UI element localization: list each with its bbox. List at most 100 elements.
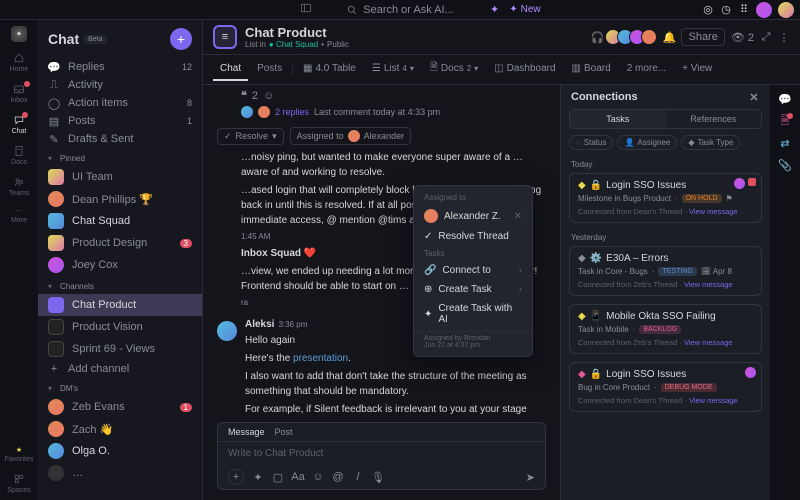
rail-docs[interactable]: Docs bbox=[11, 145, 27, 166]
view-message-link[interactable]: View message bbox=[689, 396, 738, 405]
tab-docs[interactable]: 🗎Docs2▾ bbox=[423, 55, 485, 84]
view-message-link[interactable]: View message bbox=[684, 338, 733, 347]
task-card[interactable]: ◆ ⚙️E30A – Errors Task in Core - Bugs · … bbox=[569, 246, 762, 296]
user-avatar[interactable] bbox=[756, 2, 772, 18]
tab-chat[interactable]: Chat bbox=[213, 58, 248, 81]
ai-spark-icon[interactable]: ✦ bbox=[490, 3, 499, 16]
nav-posts[interactable]: ▤Posts1 bbox=[38, 112, 202, 130]
clock-icon[interactable]: ◷ bbox=[720, 4, 732, 16]
tab-table[interactable]: ▦4.0 Table bbox=[296, 58, 363, 81]
dm-zeb-evans[interactable]: Zeb Evans1 bbox=[38, 396, 202, 418]
new-chat-button[interactable]: + bbox=[170, 28, 192, 50]
assigned-to-pill[interactable]: Assigned to Alexander bbox=[290, 127, 412, 145]
section-pinned[interactable]: Pinned bbox=[38, 148, 202, 166]
menu-connect-to[interactable]: 🔗Connect to› bbox=[414, 261, 532, 280]
filter-task-type[interactable]: ◆ Task Type bbox=[681, 135, 740, 150]
avatar[interactable] bbox=[217, 321, 237, 341]
composer-tab-post[interactable]: Post bbox=[275, 427, 293, 437]
rail-favorites[interactable]: ★Favorites bbox=[5, 446, 34, 463]
share-button[interactable]: Share bbox=[681, 28, 724, 46]
tab-board[interactable]: ▥Board bbox=[565, 58, 618, 81]
nav-action-items[interactable]: ◯Action items8 bbox=[38, 94, 202, 112]
rail-more[interactable]: ⋯More bbox=[11, 207, 27, 224]
send-button[interactable]: ➤ bbox=[526, 471, 535, 484]
channel-chat-squad[interactable]: Chat Squad bbox=[38, 210, 202, 232]
tab-tasks[interactable]: Tasks bbox=[570, 110, 666, 128]
tab-references[interactable]: References bbox=[666, 110, 762, 128]
channel-breadcrumb[interactable]: List in ● Chat Squad •Public bbox=[245, 40, 349, 49]
bell-icon[interactable]: 🔔 bbox=[663, 31, 675, 43]
add-channel[interactable]: +Add channel bbox=[38, 360, 202, 378]
emoji-icon[interactable]: ☺ bbox=[312, 471, 324, 483]
dm-olga[interactable]: Olga O. bbox=[38, 440, 202, 462]
task-card[interactable]: ◆ 🔒Login SSO Issues Milestone in Bugs Pr… bbox=[569, 173, 762, 223]
menu-resolve-thread[interactable]: ✓ Resolve Thread bbox=[414, 227, 532, 246]
format-icon[interactable]: Aa bbox=[292, 471, 304, 483]
section-dms[interactable]: DM's bbox=[38, 378, 202, 396]
nav-activity[interactable]: ⎍Activity bbox=[38, 76, 202, 94]
watchers-count[interactable]: 👁 2 bbox=[731, 31, 754, 44]
view-message-link[interactable]: View message bbox=[689, 207, 738, 216]
slash-command-icon[interactable]: / bbox=[352, 471, 364, 483]
thread-replies[interactable]: 2 replies Last comment today at 4:33 pm bbox=[241, 106, 546, 118]
mention-icon[interactable]: @ bbox=[332, 471, 344, 483]
nav-drafts[interactable]: ✎Drafts & Sent bbox=[38, 130, 202, 148]
task-card[interactable]: ◆ 📱Mobile Okta SSO Failing Task in Mobil… bbox=[569, 304, 762, 354]
composer-input[interactable]: Write to Chat Product bbox=[218, 442, 545, 465]
code-icon[interactable]: ⇄ bbox=[779, 137, 791, 149]
tab-posts[interactable]: Posts bbox=[250, 58, 289, 81]
tab-more[interactable]: 2 more... bbox=[620, 58, 673, 81]
filter-status[interactable]: ◌ Status bbox=[569, 135, 613, 150]
panel-toggle-icon[interactable] bbox=[300, 2, 312, 17]
attach-icon[interactable]: 📎 bbox=[779, 159, 791, 171]
record-video-icon[interactable]: ▢ bbox=[272, 471, 284, 483]
tab-dashboard[interactable]: ◫Dashboard bbox=[487, 58, 562, 81]
ai-icon[interactable]: ✦ bbox=[252, 471, 264, 483]
new-button[interactable]: ✦New bbox=[509, 4, 540, 15]
record-icon[interactable]: ◎ bbox=[702, 4, 714, 16]
comment-icon[interactable]: 💬 bbox=[779, 93, 791, 105]
menu-create-task-ai[interactable]: ✦Create Task with AI bbox=[414, 299, 532, 329]
view-message-link[interactable]: View message bbox=[684, 280, 733, 289]
channel-product-vision[interactable]: Product Vision bbox=[38, 316, 202, 338]
expand-icon[interactable]: ⤢ bbox=[760, 31, 772, 43]
rail-home[interactable]: Home bbox=[10, 52, 29, 73]
details-icon[interactable]: 🗎 bbox=[779, 115, 791, 127]
dm-joey-cox[interactable]: Joey Cox bbox=[38, 254, 202, 276]
attach-plus-icon[interactable]: + bbox=[228, 469, 244, 485]
filter-assignee[interactable]: 👤 Assignee bbox=[617, 135, 677, 150]
global-search[interactable]: Search or Ask AI... bbox=[346, 4, 454, 16]
resolve-pill[interactable]: ✓ Resolve ▾ bbox=[217, 128, 284, 145]
more-menu-icon[interactable]: ⋮ bbox=[778, 31, 790, 43]
tab-list[interactable]: ☰List4▾ bbox=[365, 58, 421, 81]
rail-teams[interactable]: Teams bbox=[9, 176, 30, 197]
channel-logo-icon[interactable]: ≡ bbox=[213, 25, 237, 49]
task-card[interactable]: ◆ 🔒Login SSO Issues Bug in Core Product … bbox=[569, 362, 762, 412]
grid-apps-icon[interactable]: ⠿ bbox=[738, 4, 750, 16]
presentation-link[interactable]: presentation bbox=[293, 353, 348, 364]
rail-inbox[interactable]: Inbox bbox=[10, 83, 27, 104]
user-avatar[interactable] bbox=[778, 2, 794, 18]
composer-tab-message[interactable]: Message bbox=[228, 427, 265, 437]
dm-truncated[interactable]: … bbox=[38, 462, 202, 484]
channel-chat-product[interactable]: Chat Product bbox=[38, 294, 202, 316]
section-channels[interactable]: Channels bbox=[38, 276, 202, 294]
close-panel-icon[interactable]: ✕ bbox=[748, 91, 760, 103]
menu-create-task[interactable]: ⊕Create Task› bbox=[414, 280, 532, 299]
workspace-switcher[interactable]: ✴ bbox=[11, 26, 27, 42]
channel-ui-team[interactable]: UI Team bbox=[38, 166, 202, 188]
rail-chat[interactable]: Chat bbox=[12, 114, 27, 135]
menu-assignee[interactable]: Alexander Z.✕ bbox=[414, 205, 532, 227]
channel-sprint-69[interactable]: Sprint 69 - Views bbox=[38, 338, 202, 360]
dm-dean-phillips[interactable]: Dean Phillips 🏆 bbox=[38, 188, 202, 210]
emoji-icon[interactable]: ☺ bbox=[263, 90, 274, 102]
tab-add-view[interactable]: + View bbox=[675, 58, 719, 81]
nav-replies[interactable]: 💬Replies12 bbox=[38, 58, 202, 76]
dm-zach[interactable]: Zach 👋 bbox=[38, 418, 202, 440]
channel-product-design[interactable]: Product Design3 bbox=[38, 232, 202, 254]
close-icon[interactable]: ✕ bbox=[514, 211, 522, 222]
participant-avatars[interactable] bbox=[609, 29, 657, 45]
rail-spaces[interactable]: Spaces bbox=[7, 473, 30, 494]
mic-icon[interactable]: 🎙 bbox=[372, 471, 384, 483]
headphones-icon[interactable]: 🎧 bbox=[591, 31, 603, 43]
